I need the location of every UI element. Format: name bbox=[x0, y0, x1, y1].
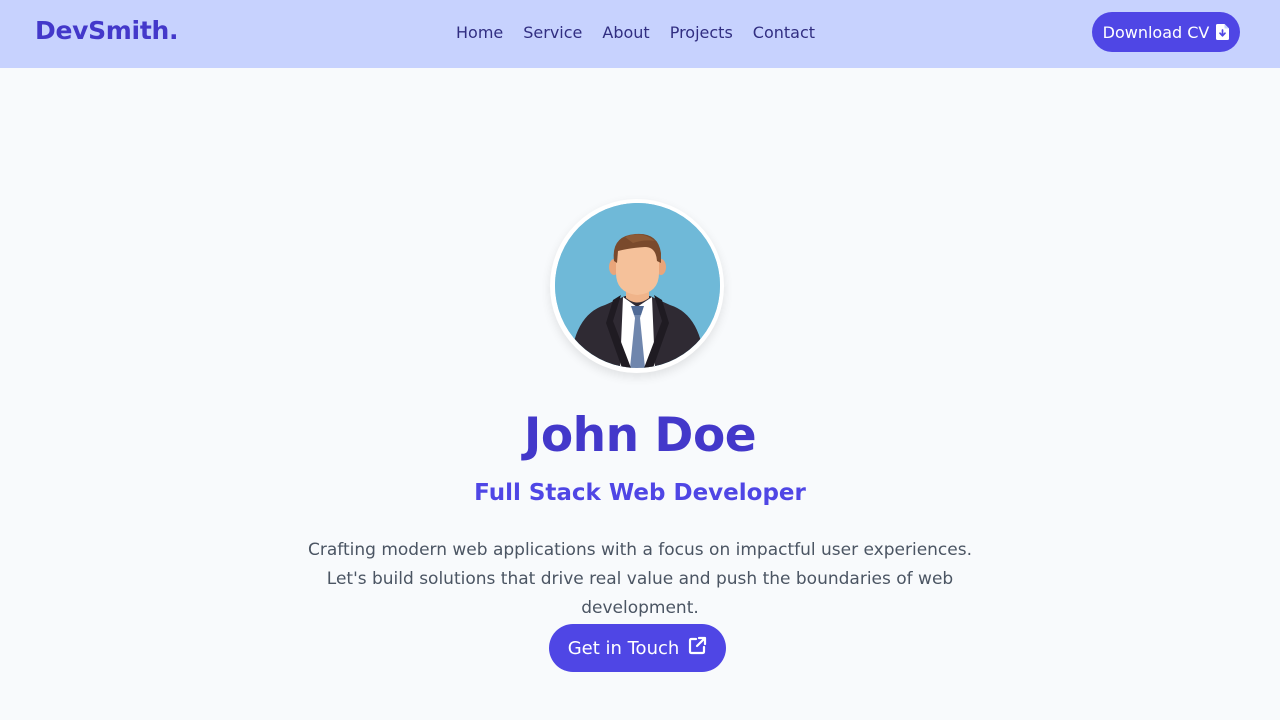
brand-name: DevSmith bbox=[35, 16, 169, 45]
brand-dot: . bbox=[168, 16, 179, 45]
main-nav: Home Service About Projects Contact bbox=[456, 22, 815, 44]
download-cv-label: Download CV bbox=[1102, 22, 1210, 42]
download-cv-button[interactable]: Download CV bbox=[1092, 12, 1240, 52]
file-download-icon bbox=[1216, 24, 1230, 40]
hero-bio: Crafting modern web applications with a … bbox=[308, 540, 972, 618]
navbar: DevSmith. Home Service About Projects Co… bbox=[0, 0, 1280, 68]
avatar-illustration bbox=[555, 203, 720, 368]
get-in-touch-button[interactable]: Get in Touch bbox=[549, 624, 726, 672]
brand-logo[interactable]: DevSmith. bbox=[35, 16, 178, 45]
hero-name: John Doe bbox=[523, 408, 757, 463]
get-in-touch-label: Get in Touch bbox=[567, 637, 680, 659]
nav-link-home[interactable]: Home bbox=[456, 22, 503, 44]
nav-link-projects[interactable]: Projects bbox=[670, 22, 733, 44]
nav-link-service[interactable]: Service bbox=[523, 22, 582, 44]
external-link-icon bbox=[688, 636, 707, 660]
avatar bbox=[555, 203, 720, 368]
hero-role: Full Stack Web Developer bbox=[474, 480, 806, 506]
nav-link-about[interactable]: About bbox=[602, 22, 649, 44]
nav-link-contact[interactable]: Contact bbox=[753, 22, 815, 44]
avatar-frame bbox=[550, 199, 724, 373]
